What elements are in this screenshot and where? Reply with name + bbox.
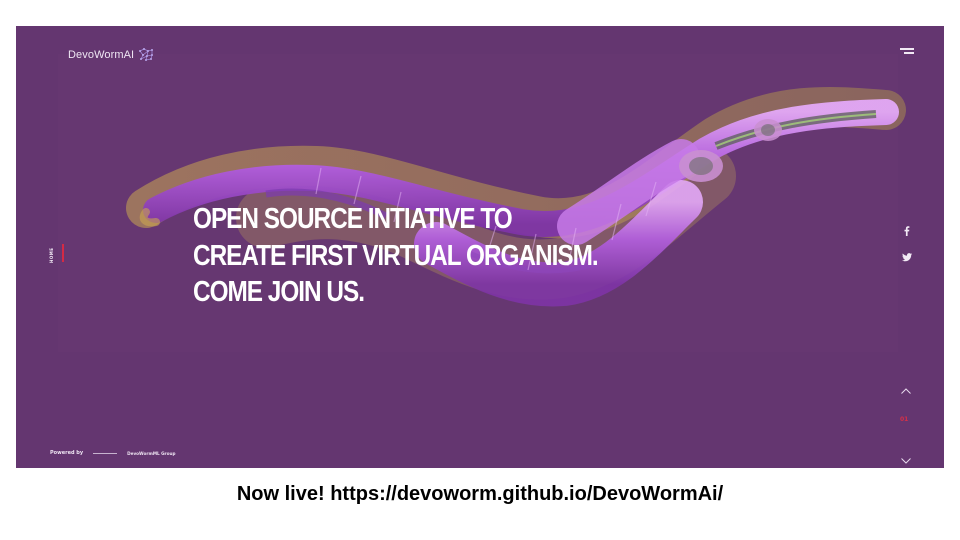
slide-caption: Now live! https://devoworm.github.io/Dev… [236, 483, 724, 505]
facebook-icon[interactable] [900, 224, 914, 238]
powered-by: Powered by DevoWormML Group [50, 450, 175, 456]
section-nav[interactable]: HOME [49, 244, 64, 266]
nav-label-home: HOME [49, 247, 54, 263]
twitter-icon[interactable] [900, 250, 914, 264]
social-links [900, 224, 914, 276]
hamburger-menu-icon[interactable] [896, 48, 914, 58]
neural-network-logo-icon [139, 48, 154, 61]
powered-by-divider [93, 452, 118, 454]
chevron-up-icon[interactable] [900, 382, 912, 394]
powered-by-group-link[interactable]: DevoWormML Group [127, 451, 175, 456]
website-screenshot: DevoWormAI HOME OPEN SOURCE INTIATIVE TO… [16, 26, 944, 468]
headline-line-3: COME JOIN US. [193, 276, 365, 308]
powered-by-label: Powered by [50, 450, 84, 456]
brand[interactable]: DevoWormAI [68, 48, 154, 62]
chevron-down-icon[interactable] [900, 452, 912, 464]
brand-name: DevoWormAI [68, 49, 135, 61]
headline-line-1: OPEN SOURCE INTIATIVE TO [193, 203, 513, 235]
hero-headline: OPEN SOURCE INTIATIVE TO CREATE FIRST VI… [193, 201, 599, 311]
active-section-marker [62, 244, 64, 262]
headline-line-2: CREATE FIRST VIRTUAL ORGANISM. [193, 239, 599, 272]
page-indicator: 01 [900, 416, 909, 423]
